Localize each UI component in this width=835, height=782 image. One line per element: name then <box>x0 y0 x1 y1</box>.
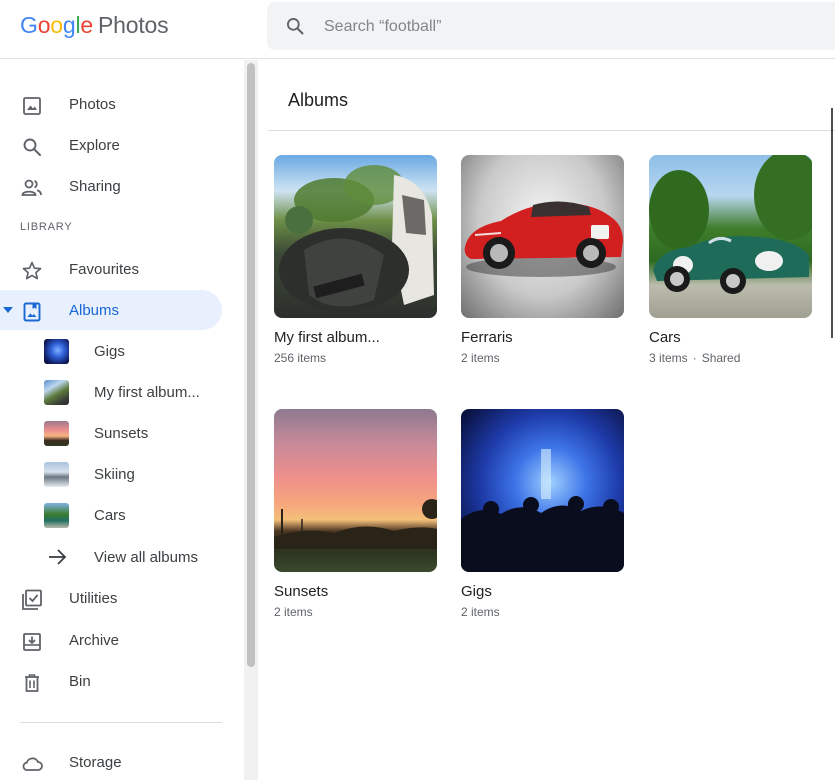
page-title: Albums <box>288 90 349 110</box>
view-all-albums-link[interactable]: View all albums <box>0 537 222 577</box>
sidebar-divider <box>20 722 222 723</box>
arrow-right-icon <box>49 549 67 565</box>
search-icon <box>20 135 44 159</box>
window-edge <box>831 108 835 338</box>
product-name: Photos <box>98 12 169 38</box>
album-card[interactable]: Sunsets 2 items <box>274 409 438 619</box>
sidebar-album-label: Sunsets <box>94 425 149 442</box>
album-item-count: 3 items <box>649 351 688 365</box>
expand-caret-icon[interactable] <box>3 307 13 313</box>
album-cover[interactable] <box>649 155 812 318</box>
album-card[interactable]: My first album... 256 items <box>274 155 438 365</box>
people-icon <box>20 176 44 200</box>
sidebar-album-label: My first album... <box>94 384 200 401</box>
search-bar[interactable] <box>267 2 835 50</box>
sidebar-item-label: Albums <box>69 302 120 319</box>
star-icon <box>20 259 44 283</box>
photo-icon <box>20 94 44 118</box>
sidebar-item-utilities[interactable]: Utilities <box>0 578 222 618</box>
album-thumbnail <box>44 462 69 487</box>
sidebar-item-sharing[interactable]: Sharing <box>0 166 222 206</box>
sidebar-item-label: Explore <box>69 137 120 154</box>
shared-label: Shared <box>701 351 741 365</box>
sidebar-album-label: Gigs <box>94 343 125 360</box>
view-all-albums-label: View all albums <box>94 549 198 566</box>
google-photos-logo[interactable]: Google Photos <box>20 12 169 39</box>
album-card[interactable]: Ferraris 2 items <box>461 155 625 365</box>
logo-letter: o <box>50 12 63 38</box>
archive-icon <box>20 630 44 654</box>
sidebar-item-favourites[interactable]: Favourites <box>0 249 222 289</box>
album-meta: 256 items <box>274 351 438 365</box>
title-divider <box>268 130 835 131</box>
sidebar-album-gigs[interactable]: Gigs <box>0 331 222 371</box>
sidebar-item-bin[interactable]: Bin <box>0 661 222 701</box>
top-bar: Google Photos <box>0 0 835 59</box>
album-thumbnail <box>44 380 69 405</box>
album-thumbnail <box>44 339 69 364</box>
album-title: Gigs <box>461 583 492 600</box>
sidebar-album-label: Cars <box>94 507 126 524</box>
album-title: My first album... <box>274 329 380 346</box>
sidebar-item-storage[interactable]: Storage <box>0 742 222 782</box>
main-content: Albums My first album... 256 items Ferra… <box>268 60 835 780</box>
album-cover[interactable] <box>274 155 437 318</box>
album-meta: 2 items <box>274 605 438 619</box>
sidebar-item-label: Favourites <box>69 261 140 278</box>
sidebar-item-label: Utilities <box>69 590 118 607</box>
album-cover[interactable] <box>461 155 624 318</box>
album-title: Cars <box>649 329 681 346</box>
album-item-count: 2 items <box>461 351 500 365</box>
album-item-count: 256 items <box>274 351 327 365</box>
library-section-label: LIBRARY <box>20 221 73 233</box>
album-cover[interactable] <box>461 409 624 572</box>
search-icon[interactable] <box>285 16 305 36</box>
album-card[interactable]: Gigs 2 items <box>461 409 625 619</box>
album-title: Ferraris <box>461 329 513 346</box>
sidebar-item-albums[interactable]: Albums <box>0 290 222 330</box>
album-cover[interactable] <box>274 409 437 572</box>
album-meta: 3 items · Shared <box>649 351 813 365</box>
sidebar-item-label: Storage <box>69 754 122 771</box>
cloud-icon <box>20 752 44 776</box>
album-meta: 2 items <box>461 605 625 619</box>
sidebar-item-label: Archive <box>69 632 120 649</box>
utilities-icon <box>20 588 44 612</box>
sidebar-item-label: Sharing <box>69 178 121 195</box>
sidebar: Photos Explore Sharing LIBRARY Favourite… <box>0 60 244 780</box>
logo-letter: o <box>37 12 51 38</box>
logo-letter: G <box>20 12 38 38</box>
search-input[interactable] <box>324 14 804 40</box>
album-card[interactable]: Cars 3 items · Shared <box>649 155 813 365</box>
logo-letter: e <box>80 12 93 38</box>
sidebar-scrollbar[interactable] <box>244 60 258 780</box>
sidebar-album-sunsets[interactable]: Sunsets <box>0 413 222 453</box>
sidebar-album-cars[interactable]: Cars <box>0 495 222 535</box>
sidebar-album-skiing[interactable]: Skiing <box>0 454 222 494</box>
sidebar-album-my-first-album[interactable]: My first album... <box>0 372 222 412</box>
album-thumbnail <box>44 503 69 528</box>
trash-icon <box>20 671 44 695</box>
album-item-count: 2 items <box>461 605 500 619</box>
sidebar-album-label: Skiing <box>94 466 135 483</box>
scrollbar-thumb[interactable] <box>247 63 255 667</box>
meta-separator: · <box>692 351 697 365</box>
album-meta: 2 items <box>461 351 625 365</box>
logo-letter: g <box>62 12 76 38</box>
sidebar-item-label: Photos <box>69 96 116 113</box>
sidebar-item-archive[interactable]: Archive <box>0 620 222 660</box>
sidebar-item-explore[interactable]: Explore <box>0 125 222 165</box>
album-thumbnail <box>44 421 69 446</box>
album-title: Sunsets <box>274 583 329 600</box>
sidebar-item-photos[interactable]: Photos <box>0 84 222 124</box>
album-item-count: 2 items <box>274 605 313 619</box>
sidebar-item-label: Bin <box>69 673 91 690</box>
album-icon <box>20 300 44 324</box>
